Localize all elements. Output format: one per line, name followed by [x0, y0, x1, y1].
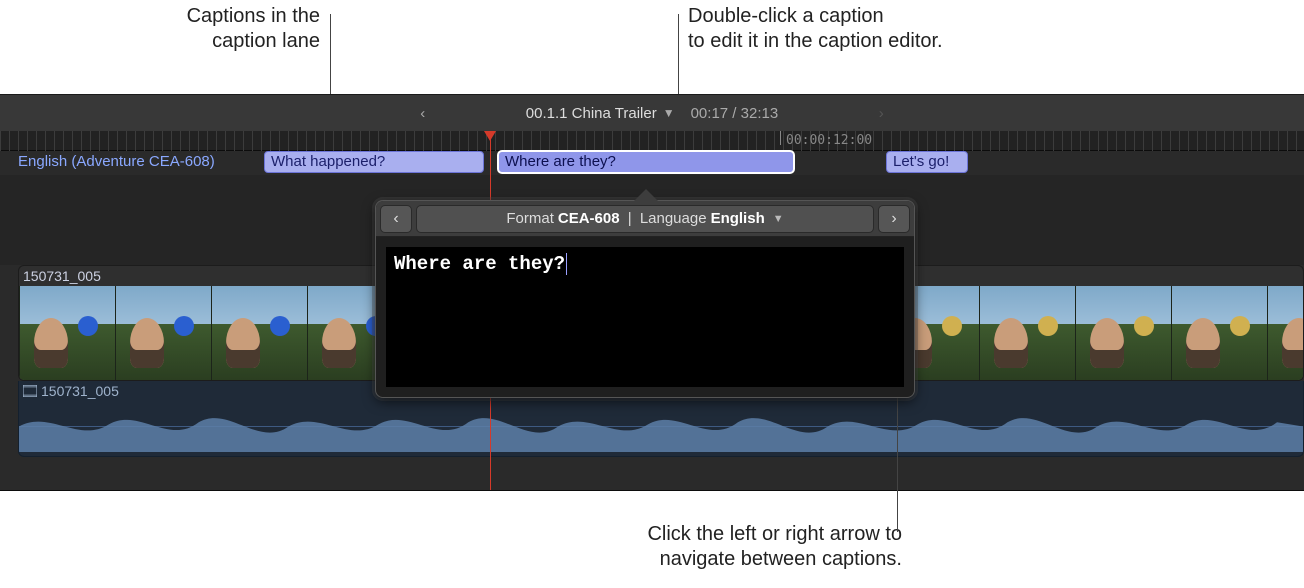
history-back-button[interactable]: ‹	[414, 105, 432, 122]
callout-editor: Double-click a caption to edit it in the…	[688, 4, 1208, 54]
format-label: Format	[506, 210, 554, 227]
caption-clip[interactable]: What happened?	[264, 151, 484, 173]
project-title-text: 00.1.1 China Trailer	[526, 105, 657, 122]
prev-caption-button[interactable]: ‹	[380, 205, 412, 233]
chevron-down-icon: ▼	[663, 106, 675, 120]
panel-bottom-border	[0, 490, 1304, 491]
timeline-ruler[interactable]: 00:00:12:00	[0, 131, 1304, 151]
audio-waveform	[19, 401, 1303, 452]
caption-format-language-dropdown[interactable]: Format CEA-608 | Language English ▼	[416, 205, 874, 233]
caption-clip[interactable]: Let's go!	[886, 151, 968, 173]
caption-lane[interactable]: English (Adventure CEA-608) What happene…	[0, 151, 1304, 175]
timeline-index-bar: ‹ 00.1.1 China Trailer ▼ 00:17 / 32:13 ›	[0, 95, 1304, 131]
callout-nav-arrows: Click the left or right arrow to navigat…	[382, 522, 902, 572]
video-clip-name: 150731_005	[23, 268, 101, 284]
chevron-down-icon: ▼	[773, 213, 784, 225]
caption-clip-selected[interactable]: Where are they?	[498, 151, 794, 173]
project-title-dropdown[interactable]: 00.1.1 China Trailer ▼	[526, 105, 675, 122]
timecode-display[interactable]: 00:17 / 32:13	[691, 105, 779, 122]
caption-text-input[interactable]: Where are they?	[386, 247, 904, 387]
audio-clip-name: 150731_005	[41, 383, 119, 399]
history-forward-button[interactable]: ›	[872, 105, 890, 122]
caption-lane-label: English (Adventure CEA-608)	[18, 153, 215, 173]
filmstrip-icon	[23, 385, 37, 397]
ruler-timecode: 00:00:12:00	[786, 133, 872, 148]
callout-caption-lane: Captions in the caption lane	[0, 4, 320, 54]
language-value: English	[711, 210, 765, 227]
language-label: Language	[640, 210, 707, 227]
format-value: CEA-608	[558, 210, 620, 227]
caption-editor-header: ‹ Format CEA-608 | Language English ▼ ›	[376, 201, 914, 237]
caption-editor-popover[interactable]: ‹ Format CEA-608 | Language English ▼ › …	[375, 200, 915, 398]
next-caption-button[interactable]: ›	[878, 205, 910, 233]
